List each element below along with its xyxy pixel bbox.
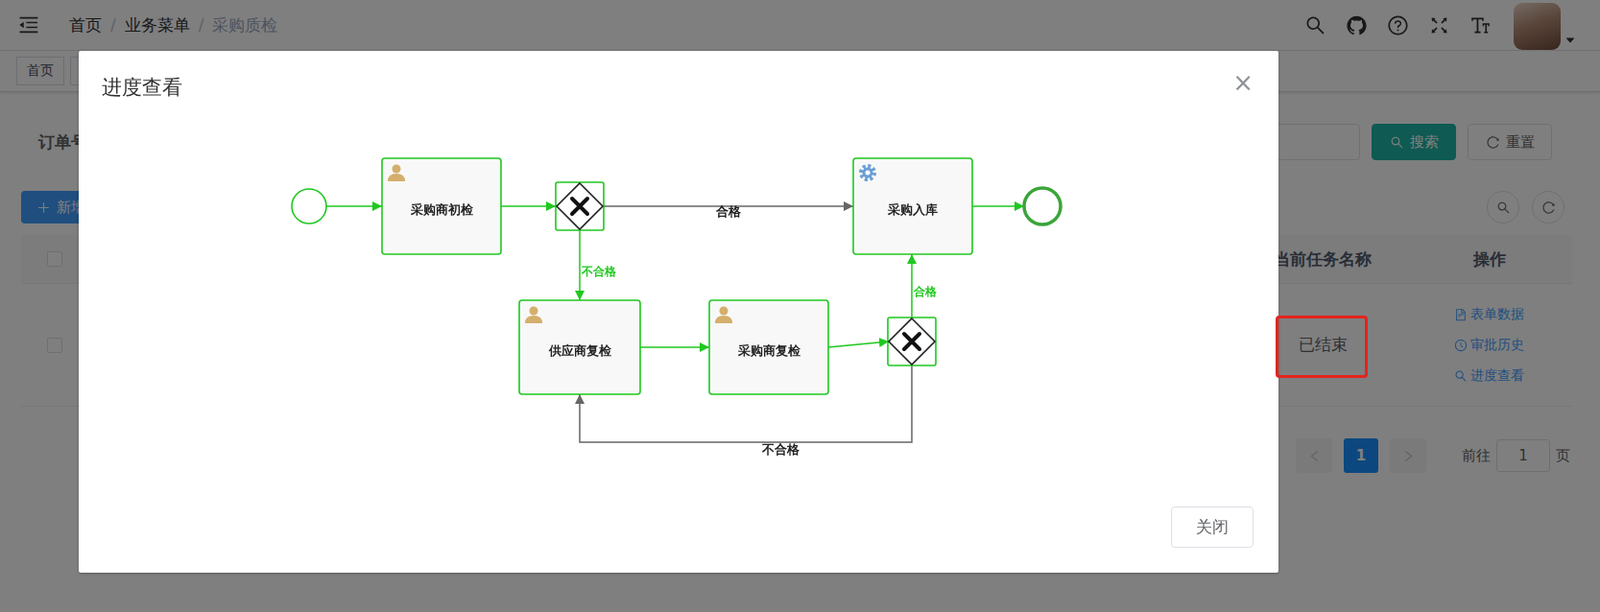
sequence-flow [640, 347, 710, 349]
flow-label: 不合格 [761, 442, 801, 457]
sequence-flow [501, 206, 556, 208]
user-task[interactable]: 采购商初检 [382, 158, 502, 255]
user-task[interactable]: 采购商复检 [709, 300, 829, 395]
end-event [1024, 188, 1061, 225]
sequence-flow: 不合格 [579, 230, 618, 301]
task-label: 采购商复检 [737, 343, 802, 359]
close-button[interactable]: × [1232, 70, 1254, 96]
user-task[interactable]: 供应商复检 [519, 300, 641, 395]
service-task[interactable]: 采购入库 [853, 158, 973, 255]
start-event [291, 189, 327, 224]
gear-icon [860, 166, 875, 180]
sequence-flow [326, 206, 383, 208]
sequence-flow: 合格 [911, 254, 938, 318]
progress-dialog: 进度查看×合格不合格合格不合格采购商初检采购入库供应商复检采购商复检关闭 [78, 50, 1279, 574]
cross-icon [904, 334, 920, 350]
process-diagram: 合格不合格合格不合格采购商初检采购入库供应商复检采购商复检 [78, 115, 1279, 480]
exclusive-gateway [555, 182, 604, 231]
user-icon [715, 307, 733, 325]
sequence-flow [972, 206, 1025, 208]
dialog-footer: 关闭 [78, 479, 1279, 574]
cross-icon [572, 198, 588, 215]
user-icon [525, 307, 543, 325]
dialog-header: 进度查看× [78, 50, 1279, 116]
sequence-flow [828, 341, 889, 348]
sequence-flow: 合格 [603, 204, 854, 219]
task-label: 采购商初检 [409, 202, 475, 217]
close-dialog-button[interactable]: 关闭 [1170, 506, 1254, 549]
task-label: 供应商复检 [548, 343, 613, 359]
user-icon [387, 165, 406, 183]
dialog-title: 进度查看 [101, 75, 1256, 99]
task-label: 采购入库 [886, 202, 938, 217]
flow-label: 合格 [715, 204, 742, 219]
flow-label: 合格 [912, 285, 938, 299]
flow-label: 不合格 [580, 264, 618, 279]
exclusive-gateway [887, 317, 936, 366]
